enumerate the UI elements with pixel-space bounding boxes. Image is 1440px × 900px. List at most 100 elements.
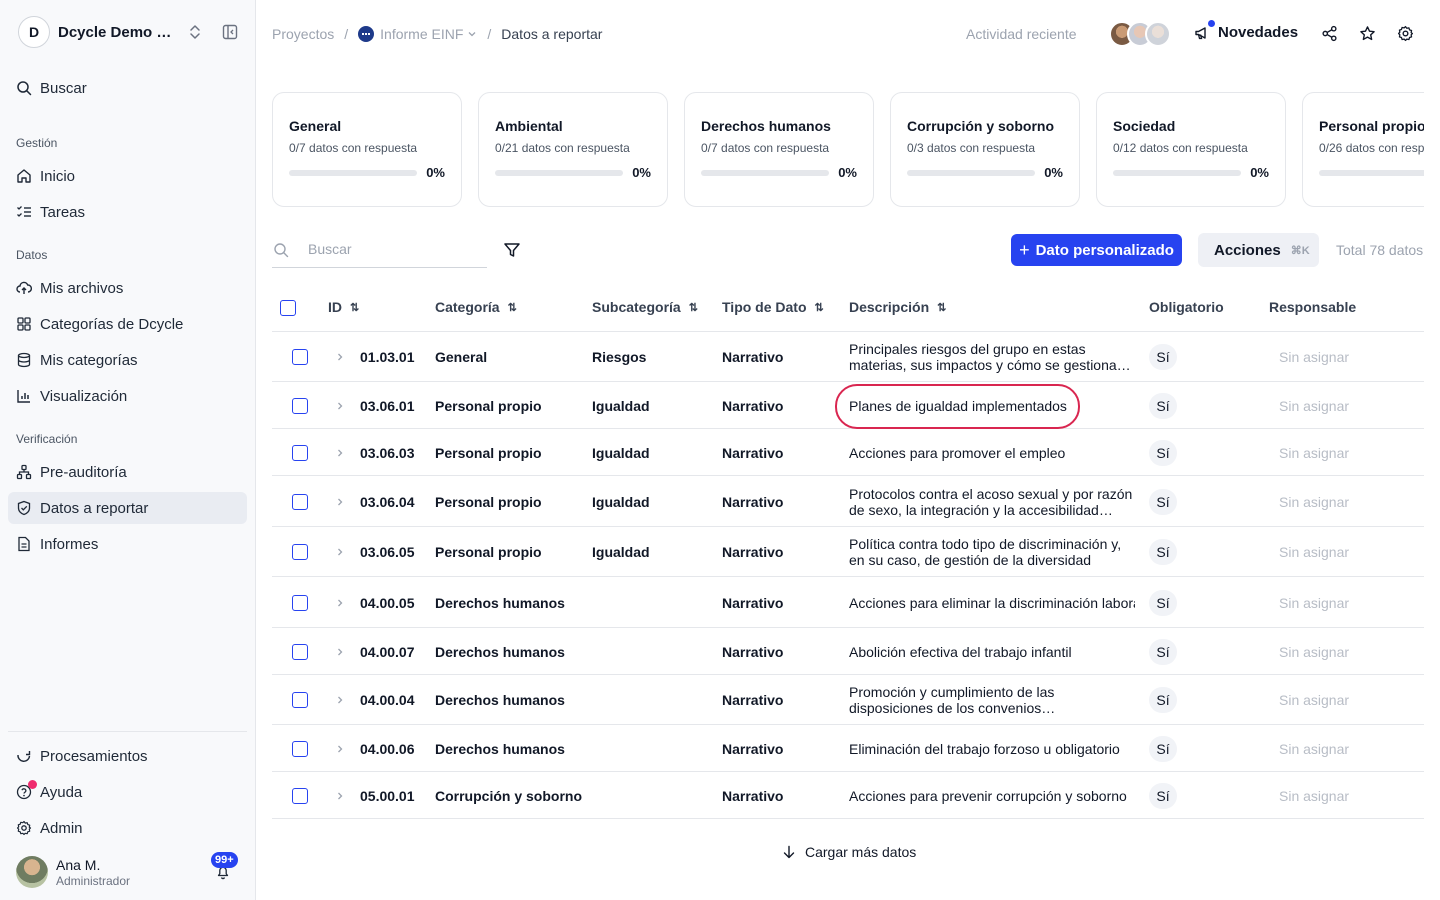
cell-responsable[interactable]: Sin asignar — [1279, 595, 1349, 611]
category-card[interactable]: Corrupción y soborno 0/3 datos con respue… — [890, 92, 1080, 207]
select-all-checkbox[interactable] — [280, 300, 296, 316]
sidebar-search[interactable]: Buscar — [8, 72, 247, 104]
row-checkbox[interactable] — [292, 595, 308, 611]
row-checkbox[interactable] — [292, 692, 308, 708]
filter-icon[interactable] — [503, 241, 521, 259]
recent-activity-link[interactable]: Actividad reciente — [966, 26, 1077, 42]
actions-button[interactable]: Acciones ⌘K — [1198, 233, 1319, 267]
bar-chart-icon — [17, 390, 30, 403]
sort-icon: ⇅ — [937, 301, 946, 314]
card-subtitle: 0/7 datos con respuesta — [289, 141, 418, 155]
card-title: Sociedad — [1113, 118, 1176, 134]
column-categoria[interactable]: Categoría ⇅ — [435, 299, 517, 315]
chevron-up-down-icon[interactable] — [188, 24, 202, 40]
sidebar-item-datos-reportar[interactable]: Datos a reportar — [8, 492, 247, 524]
search-input[interactable] — [308, 241, 478, 257]
column-tipo[interactable]: Tipo de Dato ⇅ — [722, 299, 824, 315]
settings-gear-icon[interactable] — [1397, 25, 1414, 42]
chevron-right-icon[interactable] — [335, 744, 345, 754]
cell-responsable[interactable]: Sin asignar — [1279, 692, 1349, 708]
cell-tipo: Narrativo — [722, 595, 784, 611]
column-label: Tipo de Dato — [722, 299, 807, 315]
table-search[interactable] — [272, 234, 487, 268]
sidebar-collapse-icon[interactable] — [222, 24, 238, 40]
cell-responsable[interactable]: Sin asignar — [1279, 398, 1349, 414]
breadcrumb-proyectos[interactable]: Proyectos — [272, 26, 334, 42]
category-card[interactable]: Personal propio0/26 datos con respuesta0… — [1302, 92, 1424, 207]
sidebar-divider — [8, 731, 247, 732]
row-checkbox[interactable] — [292, 445, 308, 461]
share-icon[interactable] — [1321, 25, 1338, 42]
column-subcategoria[interactable]: Subcategoría ⇅ — [592, 299, 698, 315]
table-row[interactable]: 05.00.01 Corrupción y soborno Narrativo Acc… — [272, 772, 1424, 819]
table-row[interactable]: 04.00.06 Derechos humanos Narrativo Elimina… — [272, 725, 1424, 772]
chevron-right-icon[interactable] — [335, 547, 345, 557]
cell-responsable[interactable]: Sin asignar — [1279, 788, 1349, 804]
category-card[interactable]: Sociedad 0/12 datos con respuesta 0% — [1096, 92, 1286, 207]
star-icon[interactable] — [1359, 25, 1376, 42]
sidebar-item-mis-categorias[interactable]: Mis categorías — [8, 344, 247, 376]
sidebar-item-informes[interactable]: Informes — [8, 528, 247, 560]
table-row[interactable]: 03.06.01 Personal propio Igualdad Narrativo… — [272, 382, 1424, 429]
chevron-right-icon[interactable] — [335, 448, 345, 458]
cell-descripcion: Eliminación del trabajo forzoso u obliga… — [849, 741, 1120, 757]
row-checkbox[interactable] — [292, 788, 308, 804]
chevron-right-icon[interactable] — [335, 647, 345, 657]
chevron-right-icon[interactable] — [335, 352, 345, 362]
row-checkbox[interactable] — [292, 544, 308, 560]
cell-responsable[interactable]: Sin asignar — [1279, 445, 1349, 461]
workspace-switcher[interactable]: D Dcycle Demo Tech — [18, 16, 246, 48]
row-checkbox[interactable] — [292, 644, 308, 660]
cell-responsable[interactable]: Sin asignar — [1279, 494, 1349, 510]
collaborator-avatars[interactable] — [1109, 21, 1173, 47]
help-notification-dot — [28, 780, 37, 789]
table-row[interactable]: 04.00.05 Derechos humanos Narrativo Accione… — [272, 577, 1424, 628]
chevron-right-icon[interactable] — [335, 695, 345, 705]
chevron-right-icon[interactable] — [335, 598, 345, 608]
cell-responsable[interactable]: Sin asignar — [1279, 349, 1349, 365]
row-checkbox[interactable] — [292, 494, 308, 510]
chevron-right-icon[interactable] — [335, 497, 345, 507]
sidebar-item-tareas[interactable]: Tareas — [8, 196, 247, 228]
sidebar-item-categorias-dcycle[interactable]: Categorías de Dcycle — [8, 308, 247, 340]
user-profile[interactable]: Ana M. Administrador 99+ — [16, 852, 248, 888]
category-card[interactable]: Derechos humanos 0/7 datos con respuesta 0… — [684, 92, 874, 207]
category-card[interactable]: General 0/7 datos con respuesta 0% — [272, 92, 462, 207]
chevron-right-icon[interactable] — [335, 791, 345, 801]
sidebar-item-mis-archivos[interactable]: Mis archivos — [8, 272, 247, 304]
sidebar-item-label: Tareas — [40, 203, 86, 221]
column-id[interactable]: ID ⇅ — [328, 299, 359, 315]
table-row[interactable]: 03.06.04 Personal propio Igualdad Narrativo… — [272, 476, 1424, 527]
sidebar-item-inicio[interactable]: Inicio — [8, 160, 247, 192]
chevron-right-icon[interactable] — [335, 401, 345, 411]
row-checkbox[interactable] — [292, 349, 308, 365]
sidebar-item-visualizacion[interactable]: Visualización — [8, 380, 247, 412]
table-row[interactable]: 03.06.05 Personal propio Igualdad Narrativo… — [272, 527, 1424, 577]
cell-tipo: Narrativo — [722, 544, 784, 560]
cell-responsable[interactable]: Sin asignar — [1279, 644, 1349, 660]
cell-subcategoria: Igualdad — [592, 445, 650, 461]
sidebar-item-pre-auditoria[interactable]: Pre-auditoría — [8, 456, 247, 488]
cell-responsable[interactable]: Sin asignar — [1279, 544, 1349, 560]
add-custom-data-button[interactable]: + Dato personalizado — [1011, 234, 1182, 266]
load-more-button[interactable]: Cargar más datos — [782, 844, 916, 860]
category-card[interactable]: Ambiental 0/21 datos con respuesta 0% — [478, 92, 668, 207]
cell-id: 04.00.05 — [360, 595, 415, 611]
breadcrumb-informe[interactable]: Informe EINF — [358, 26, 477, 42]
sidebar-item-procesamientos[interactable]: Procesamientos — [8, 740, 247, 772]
cell-responsable[interactable]: Sin asignar — [1279, 741, 1349, 757]
column-descripcion[interactable]: Descripción ⇅ — [849, 299, 946, 315]
sidebar-item-ayuda[interactable]: Ayuda — [8, 776, 247, 808]
table-row[interactable]: 04.00.07 Derechos humanos Narrativo Abolici… — [272, 628, 1424, 675]
news-button[interactable]: Novedades — [1194, 20, 1298, 41]
user-name: Ana M. — [56, 857, 101, 873]
sidebar-item-admin[interactable]: Admin — [8, 812, 247, 844]
cell-categoria: Personal propio — [435, 398, 542, 414]
row-checkbox[interactable] — [292, 398, 308, 414]
table-row[interactable]: 01.03.01 General Riesgos Narrativo Principal… — [272, 332, 1424, 382]
progress-bar — [289, 170, 417, 176]
row-checkbox[interactable] — [292, 741, 308, 757]
cell-descripcion: Planes de igualdad implementados — [849, 398, 1067, 414]
table-row[interactable]: 04.00.04 Derechos humanos Narrativo Promoci… — [272, 675, 1424, 725]
table-row[interactable]: 03.06.03 Personal propio Igualdad Narrativo… — [272, 429, 1424, 476]
